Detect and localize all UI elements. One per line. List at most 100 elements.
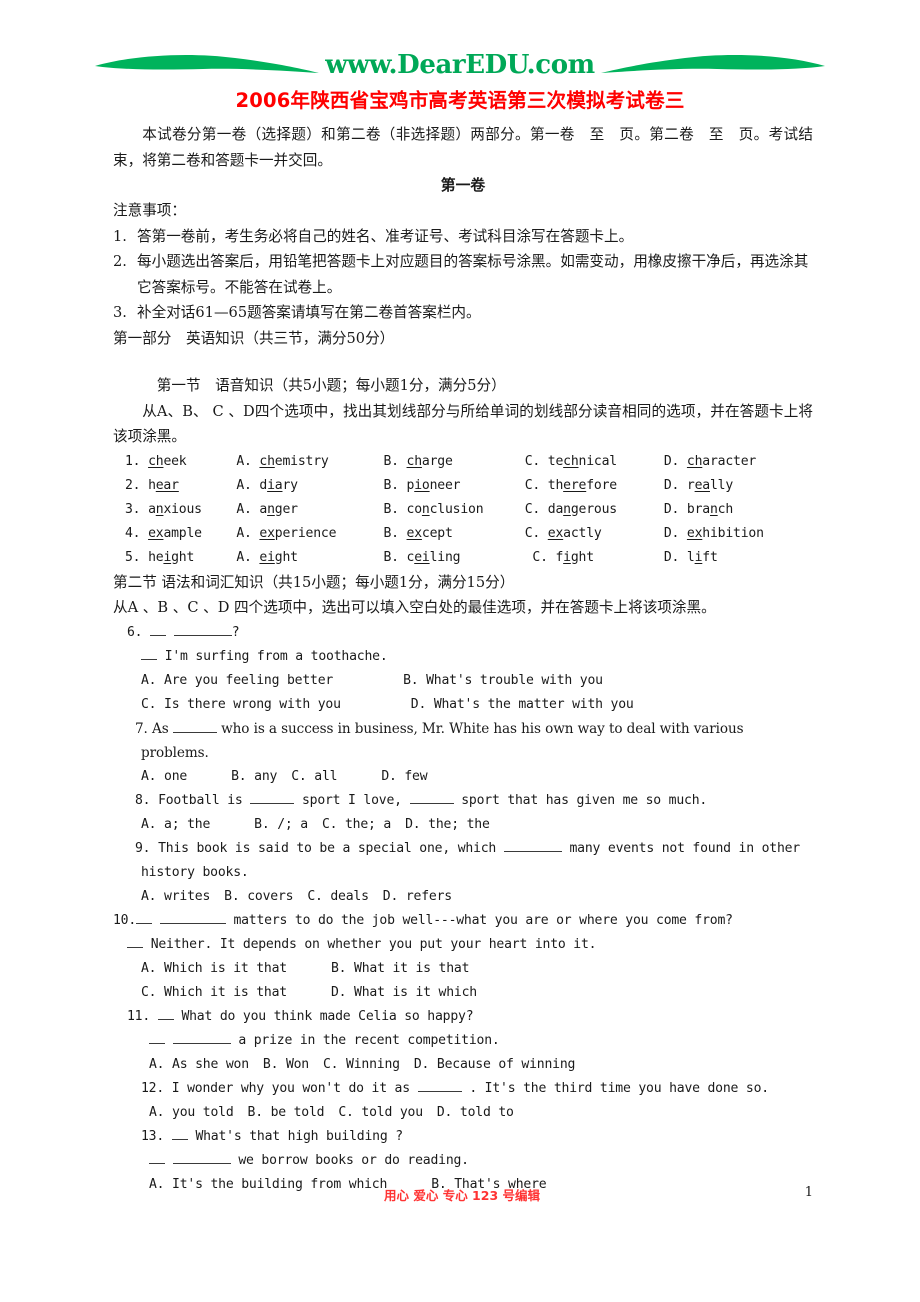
option-c[interactable]: C. told you xyxy=(338,1105,423,1120)
option-c[interactable]: C. technical xyxy=(525,450,664,474)
option-c[interactable]: C. therefore xyxy=(525,474,664,498)
option-c[interactable]: C. Which it is that xyxy=(141,985,287,1000)
part1-heading: 第一部分 英语知识（共三节，满分50分） xyxy=(113,329,395,347)
option-a[interactable]: A. Are you feeling better xyxy=(141,673,333,688)
question-number: 10. xyxy=(113,912,137,928)
option-d[interactable]: D. lift xyxy=(664,546,813,570)
option-label: D. xyxy=(663,501,680,517)
option-c[interactable]: C. Is there wrong with you xyxy=(141,697,341,712)
option-c[interactable]: C. dangerous xyxy=(525,498,664,522)
option-a[interactable]: A. Which is it that xyxy=(141,961,287,976)
note-number: 1. xyxy=(113,227,127,245)
option-a[interactable]: A. one xyxy=(141,769,187,784)
section2-instruction: 从A 、B 、C 、D 四个选项中，选出可以填入空白处的最佳选项，并在答题卡上将… xyxy=(113,599,716,616)
question-stem: 3. anxious xyxy=(113,498,236,522)
reply-text: we borrow books or do reading. xyxy=(238,1152,469,1168)
option-c[interactable]: C. deals xyxy=(307,889,369,904)
option-post: ger xyxy=(274,501,298,517)
dialogue-dash xyxy=(136,922,153,924)
option-b[interactable]: B. /; a xyxy=(254,817,308,832)
option-a[interactable]: A. writes xyxy=(141,889,210,904)
question-6-stem: 6. ? xyxy=(113,621,813,645)
question-number: 9. xyxy=(135,840,151,856)
question-7-stem: 7. As who is a success in business, Mr. … xyxy=(113,717,813,741)
option-label: A. xyxy=(236,453,252,469)
option-d[interactable]: D. branch xyxy=(664,498,813,522)
answer-blank[interactable] xyxy=(417,1090,462,1092)
stem-underlined: ch xyxy=(148,453,164,469)
option-post: arge xyxy=(421,453,453,469)
question-number: 5. xyxy=(125,549,141,565)
option-underlined: ex xyxy=(406,525,423,541)
option-d[interactable]: D. the; the xyxy=(405,817,490,832)
answer-blank[interactable] xyxy=(172,731,217,733)
option-d[interactable]: D. few xyxy=(381,769,427,784)
option-post: cept xyxy=(421,525,453,541)
question-number: 1. xyxy=(125,453,141,469)
option-d[interactable]: D. exhibition xyxy=(664,522,813,546)
option-underlined: n xyxy=(563,501,571,517)
option-c[interactable]: C. exactly xyxy=(525,522,664,546)
option-pre: th xyxy=(547,477,564,493)
answer-blank[interactable] xyxy=(159,922,226,924)
option-d[interactable]: D. What is it which xyxy=(331,985,477,1000)
option-d[interactable]: D. told to xyxy=(437,1105,514,1120)
option-b[interactable]: B. any xyxy=(231,769,277,784)
page-title: 2006年陕西省宝鸡市高考英语第三次模拟考试卷三 xyxy=(235,89,685,112)
answer-blank[interactable] xyxy=(172,1042,231,1044)
stem-post: matters to do the job well---what you ar… xyxy=(233,912,733,928)
question-11-options: A. As she won B. Won C. Winning D. Because … xyxy=(113,1053,813,1077)
option-c[interactable]: C. the; a xyxy=(322,817,391,832)
option-post: emistry xyxy=(274,453,329,469)
option-d[interactable]: D. What's the matter with you xyxy=(411,697,634,712)
question-block-8: 8. Football is sport I love, sport that … xyxy=(113,789,813,837)
option-pre: d xyxy=(259,477,268,493)
option-pre: r xyxy=(686,477,695,493)
option-label: A. xyxy=(236,477,252,493)
answer-blank[interactable] xyxy=(172,1162,231,1164)
option-b[interactable]: B. pioneer xyxy=(383,474,524,498)
option-a[interactable]: A. eight xyxy=(236,546,383,570)
option-d[interactable]: D. really xyxy=(664,474,813,498)
option-a[interactable]: A. a; the xyxy=(141,817,210,832)
option-underlined: ia xyxy=(267,477,283,493)
option-c[interactable]: C. fight xyxy=(525,546,664,570)
section1-instruction: 从A、B、 C 、D四个选项中，找出其划线部分与所给单词的划线部分读音相同的选项… xyxy=(113,402,813,446)
option-a[interactable]: A. anger xyxy=(236,498,383,522)
option-a[interactable]: A. chemistry xyxy=(236,450,383,474)
option-d[interactable]: D. refers xyxy=(383,889,452,904)
option-b[interactable]: B. conclusion xyxy=(383,498,524,522)
option-d[interactable]: D. Because of winning xyxy=(414,1057,576,1072)
option-b[interactable]: B. covers xyxy=(224,889,293,904)
option-a[interactable]: A. diary xyxy=(236,474,383,498)
option-b[interactable]: B. What it is that xyxy=(331,961,469,976)
option-label: C. xyxy=(524,453,541,469)
option-label: A. xyxy=(236,549,252,565)
option-b[interactable]: B. What's trouble with you xyxy=(403,673,603,688)
option-b[interactable]: B. except xyxy=(383,522,524,546)
option-b[interactable]: B. Won xyxy=(263,1057,309,1072)
option-a[interactable]: A. you told xyxy=(149,1105,234,1120)
option-a[interactable]: A. As she won xyxy=(149,1057,249,1072)
option-b[interactable]: B. charge xyxy=(383,450,524,474)
answer-blank[interactable] xyxy=(173,634,232,636)
option-c[interactable]: C. all xyxy=(291,769,337,784)
option-underlined: ch xyxy=(563,453,579,469)
option-underlined: ex xyxy=(259,525,275,541)
option-c[interactable]: C. Winning xyxy=(323,1057,400,1072)
answer-blank[interactable] xyxy=(503,850,562,852)
answer-blank[interactable] xyxy=(250,802,295,804)
option-b[interactable]: B. ceiling xyxy=(383,546,524,570)
footer-note: 用心 爱心 专心 123 号编辑 xyxy=(384,1188,541,1203)
option-a[interactable]: A. experience xyxy=(236,522,383,546)
document-body: 本试卷分第一卷（选择题）和第二卷（非选择题）两部分。第一卷 至 页。第二卷 至 … xyxy=(113,122,813,1197)
option-pre: f xyxy=(555,549,564,565)
question-number: 3. xyxy=(125,501,141,517)
option-d[interactable]: D. character xyxy=(664,450,813,474)
option-underlined: n xyxy=(267,501,275,517)
option-b[interactable]: B. be told xyxy=(248,1105,325,1120)
answer-blank[interactable] xyxy=(409,802,454,804)
option-pre: a xyxy=(259,501,268,517)
stem-suffix: ? xyxy=(231,624,240,640)
question-number: 2. xyxy=(125,477,141,493)
